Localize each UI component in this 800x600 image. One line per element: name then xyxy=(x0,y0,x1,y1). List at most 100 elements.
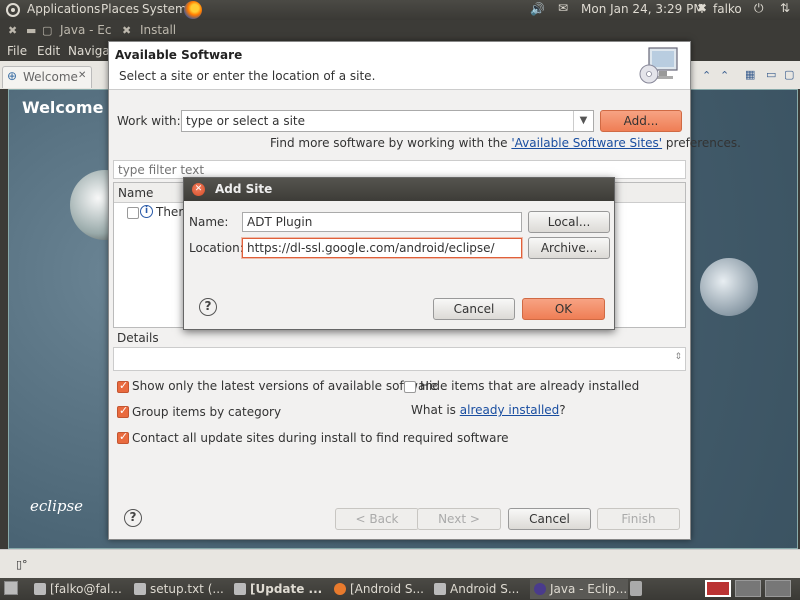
eclipse-menubar: File Edit Navigat xyxy=(0,41,114,61)
menu-edit[interactable]: Edit xyxy=(37,44,60,58)
taskbar: [falko@fal... setup.txt (... [Update ...… xyxy=(0,578,800,600)
column-name-header[interactable]: Name xyxy=(118,186,153,200)
install-monitor-icon xyxy=(639,47,678,84)
window-minimize-icon[interactable]: ▬ xyxy=(26,24,36,37)
already-installed-link[interactable]: already installed xyxy=(460,403,560,417)
dialog-header: Available Software Select a site or ente… xyxy=(109,42,690,90)
window-maximize-icon[interactable]: ▢ xyxy=(42,24,52,37)
info-icon: i xyxy=(140,205,153,218)
finish-button[interactable]: Finish xyxy=(597,508,680,530)
name-field[interactable] xyxy=(242,212,522,232)
top-panel: Applications Places System 🔊 ✉ Mon Jan 2… xyxy=(0,0,800,20)
contact-sites-label: Contact all update sites during install … xyxy=(132,431,509,445)
dialog-subtitle: Select a site or enter the location of a… xyxy=(119,69,376,83)
hide-installed-label: Hide items that are already installed xyxy=(420,379,640,393)
work-with-label: Work with: xyxy=(117,114,181,128)
trash-icon[interactable] xyxy=(630,581,642,596)
eclipse-logo: eclipse xyxy=(30,497,84,515)
firefox-icon[interactable] xyxy=(184,1,202,19)
minimize-view-icon[interactable]: ▭ xyxy=(766,68,776,81)
user-name[interactable]: falko xyxy=(713,2,742,16)
show-latest-label: Show only the latest versions of availab… xyxy=(132,379,438,393)
mail-icon[interactable]: ✉ xyxy=(558,1,568,15)
window-icon xyxy=(434,583,446,595)
work-with-placeholder: type or select a site xyxy=(186,114,306,128)
show-desktop-icon[interactable] xyxy=(4,581,18,595)
taskbar-item-android-firefox[interactable]: [Android S... xyxy=(330,579,428,599)
eclipse-window-title: Java - Ec xyxy=(60,23,112,37)
taskbar-item-setup[interactable]: setup.txt (... xyxy=(130,579,228,599)
find-more-text: Find more software by working with the '… xyxy=(270,136,741,150)
combo-dropdown-icon[interactable]: ▼ xyxy=(573,111,593,131)
maximize-view-icon[interactable]: ▢ xyxy=(784,68,794,81)
power-icon[interactable]: ⏻ xyxy=(754,1,764,16)
help-icon[interactable]: ? xyxy=(124,509,142,527)
update-icon xyxy=(234,583,246,595)
menu-file[interactable]: File xyxy=(7,44,27,58)
location-field[interactable] xyxy=(242,238,522,258)
install-window-title: Install xyxy=(140,23,177,37)
eclipse-small-icon xyxy=(534,583,546,595)
workspace-3-icon[interactable] xyxy=(765,580,791,597)
welcome-tab[interactable]: ⊕ Welcome ✕ xyxy=(2,66,92,88)
window-close-icon[interactable]: ✖ xyxy=(8,24,17,37)
volume-icon[interactable]: 🔊 xyxy=(530,2,545,16)
tree-item-checkbox[interactable] xyxy=(127,207,139,219)
back-nav-icon[interactable]: ⌃ xyxy=(702,69,711,82)
details-scroll-icon[interactable]: ⇕ xyxy=(674,352,682,362)
taskbar-item-terminal[interactable]: [falko@fal... xyxy=(30,579,128,599)
terminal-icon xyxy=(34,583,46,595)
contact-sites-checkbox[interactable] xyxy=(117,430,129,444)
ubuntu-logo-icon[interactable] xyxy=(6,3,20,17)
status-icon: ▯° xyxy=(16,558,28,571)
next-button[interactable]: Next > xyxy=(417,508,501,530)
clock[interactable]: Mon Jan 24, 3:29 PM xyxy=(581,2,704,16)
add-site-ok-button[interactable]: OK xyxy=(522,298,605,320)
add-site-titlebar: ✕ Add Site xyxy=(184,178,614,201)
back-button[interactable]: < Back xyxy=(335,508,419,530)
add-site-close-icon[interactable]: ✕ xyxy=(192,183,205,196)
home-nav-icon[interactable]: ▦ xyxy=(745,68,755,81)
details-area[interactable]: ⇕ xyxy=(113,347,686,371)
welcome-toolbar: ⌃ ⌃ ▦ ▭ ▢ xyxy=(700,67,798,85)
welcome-tab-label: Welcome xyxy=(23,70,78,84)
taskbar-item-eclipse[interactable]: Java - Eclip... xyxy=(530,579,628,599)
taskbar-item-android[interactable]: Android S... xyxy=(430,579,528,599)
welcome-tab-icon: ⊕ xyxy=(7,69,18,83)
group-by-category-checkbox[interactable] xyxy=(117,404,129,418)
group-by-category-label: Group items by category xyxy=(132,405,282,419)
local-button[interactable]: Local... xyxy=(528,211,610,233)
available-sites-link[interactable]: 'Available Software Sites' xyxy=(511,136,662,150)
workbench-arrow-icon[interactable] xyxy=(700,258,758,316)
taskbar-item-update[interactable]: [Update ... xyxy=(230,579,328,599)
workspace-switcher-icon[interactable] xyxy=(705,580,731,597)
add-site-button[interactable]: Add... xyxy=(600,110,682,132)
forward-nav-icon[interactable]: ⌃ xyxy=(720,69,729,82)
welcome-tab-close-icon[interactable]: ✕ xyxy=(78,70,86,81)
system-menu[interactable]: System xyxy=(142,2,187,16)
workspace-2-icon[interactable] xyxy=(735,580,761,597)
show-latest-checkbox[interactable] xyxy=(117,379,129,393)
archive-button[interactable]: Archive... xyxy=(528,237,610,259)
places-menu[interactable]: Places xyxy=(101,2,139,16)
text-editor-icon xyxy=(134,583,146,595)
user-status-icon[interactable]: ✖ xyxy=(697,1,707,15)
eclipse-titlebar: ✖ ▬ ▢ Java - Ec ✖ Install xyxy=(0,20,800,41)
add-site-title: Add Site xyxy=(215,182,273,196)
add-site-cancel-button[interactable]: Cancel xyxy=(433,298,515,320)
dialog-title: Available Software xyxy=(115,48,243,62)
add-site-dialog: ✕ Add Site Name: Local... Location: Arch… xyxy=(183,177,615,330)
hide-installed-checkbox[interactable] xyxy=(404,381,416,393)
details-label: Details xyxy=(117,331,159,345)
location-label: Location: xyxy=(189,241,244,255)
work-with-combo[interactable]: type or select a site ▼ xyxy=(181,110,594,132)
cancel-button[interactable]: Cancel xyxy=(508,508,591,530)
status-bar: ▯° xyxy=(0,549,800,578)
what-is-installed-text: What is already installed? xyxy=(411,403,566,417)
firefox-small-icon xyxy=(334,583,346,595)
add-site-help-icon[interactable]: ? xyxy=(199,298,217,316)
applications-menu[interactable]: Applications xyxy=(27,2,100,16)
network-icon[interactable]: ⇅ xyxy=(780,1,790,15)
name-label: Name: xyxy=(189,215,229,229)
dialog-close-icon[interactable]: ✖ xyxy=(122,24,131,37)
